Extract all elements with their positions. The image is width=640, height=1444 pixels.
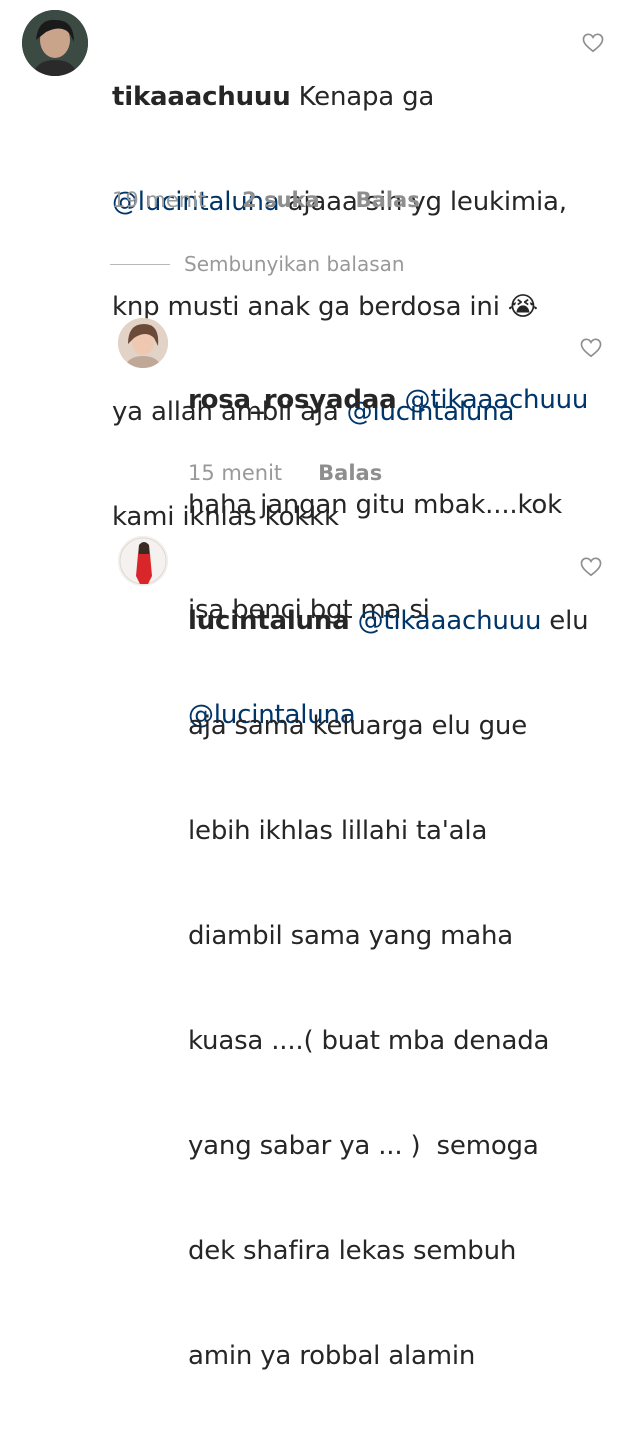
comment-line: haha jangan gitu mbak....kok <box>188 490 562 520</box>
heart-outline-icon[interactable] <box>580 557 602 577</box>
mention-link[interactable]: @tikaaachuuu <box>358 606 542 636</box>
comment-text: lucintaluna @tikaaachuuu elu aja sama ke… <box>188 534 589 1444</box>
avatar-photo <box>118 536 168 586</box>
comment-line: elu <box>541 606 589 636</box>
comment-meta: 15 menit Balas <box>188 461 382 485</box>
avatar[interactable] <box>22 10 88 76</box>
avatar-photo <box>118 318 168 368</box>
comment-line: Kenapa ga <box>298 82 435 112</box>
hide-replies-toggle[interactable]: Sembunyikan balasan <box>110 252 405 276</box>
comment-meta: 19 menit 2 suka Balas <box>112 188 420 212</box>
comment-line: amin ya robbal alamin <box>188 1341 476 1371</box>
comment-username[interactable]: tikaaachuuu <box>112 82 291 112</box>
comment-username[interactable]: rosa_rosyadaa <box>188 385 397 415</box>
avatar[interactable] <box>118 318 168 368</box>
mention-link[interactable]: @tikaaachuuu <box>405 385 589 415</box>
comment-line: yang sabar ya ... ) semoga <box>188 1131 539 1161</box>
avatar-photo <box>22 10 88 76</box>
comment-time: 19 menit <box>112 188 207 212</box>
divider-line <box>110 263 170 265</box>
hide-replies-label: Sembunyikan balasan <box>184 252 405 276</box>
comment-time: 15 menit <box>188 461 283 485</box>
comment-username[interactable]: lucintaluna <box>188 606 350 636</box>
reply-button[interactable]: Balas <box>356 188 420 212</box>
heart-outline-icon[interactable] <box>582 33 604 53</box>
likes-count[interactable]: 2 suka <box>242 188 320 212</box>
comment-line: lebih ikhlas lillahi ta'ala <box>188 816 488 846</box>
heart-outline-icon[interactable] <box>580 338 602 358</box>
comment-line: aja sama keluarga elu gue <box>188 711 527 741</box>
reply-button[interactable]: Balas <box>318 461 382 485</box>
comment-line: dek shafira lekas sembuh <box>188 1236 517 1266</box>
avatar[interactable] <box>118 536 168 586</box>
comment-line: kuasa ....( buat mba denada <box>188 1026 550 1056</box>
comment-line: diambil sama yang maha <box>188 921 514 951</box>
